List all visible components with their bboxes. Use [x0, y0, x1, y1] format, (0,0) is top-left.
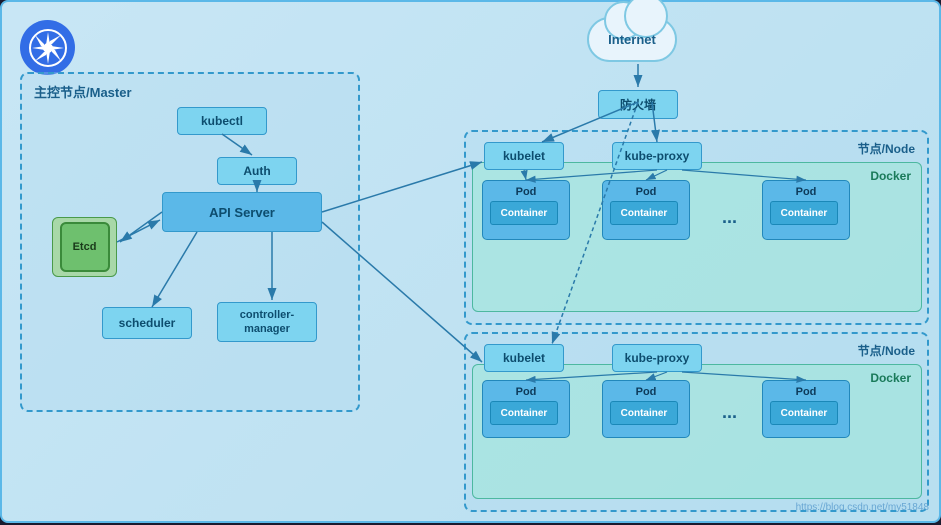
firewall-box: 防火墙: [598, 90, 678, 119]
pod-group-2-1: Pod Container: [482, 380, 570, 438]
etcd-cylinder: Etcd: [60, 222, 110, 272]
dots-2: ...: [722, 402, 737, 423]
pod-group-2-3: Pod Container: [762, 380, 850, 438]
container-stack-2-2: Container: [610, 401, 682, 429]
kube-proxy-box-2: kube-proxy: [612, 344, 702, 372]
etcd-box: Etcd: [52, 217, 117, 277]
kubelet-box-2: kubelet: [484, 344, 564, 372]
container-stack-1-3: Container: [770, 201, 842, 229]
master-label: 主控节点/Master: [34, 82, 132, 101]
cloud-shape: Internet: [587, 17, 677, 62]
pod-group-1-1: Pod Container: [482, 180, 570, 240]
k8s-logo: [20, 20, 75, 75]
pod-group-2-2: Pod Container: [602, 380, 690, 438]
auth-box: Auth: [217, 157, 297, 185]
api-server-box: API Server: [162, 192, 322, 232]
controller-manager-box: controller-manager: [217, 302, 317, 342]
pod-group-1-2: Pod Container: [602, 180, 690, 240]
kubectl-box: kubectl: [177, 107, 267, 135]
kubelet-box-1: kubelet: [484, 142, 564, 170]
container-stack-2-1: Container: [490, 401, 562, 429]
watermark: https://blog.csdn.net/my51848: [796, 502, 929, 513]
container-stack-1-1: Container: [490, 201, 562, 229]
main-diagram: 主控节点/Master kubectl Auth API Server Etcd…: [0, 0, 941, 523]
internet-cloud: Internet: [582, 17, 682, 62]
scheduler-box: scheduler: [102, 307, 192, 339]
kube-proxy-box-1: kube-proxy: [612, 142, 702, 170]
container-stack-1-2: Container: [610, 201, 682, 229]
dots-1: ...: [722, 207, 737, 228]
container-stack-2-3: Container: [770, 401, 842, 429]
pod-group-1-3: Pod Container: [762, 180, 850, 240]
